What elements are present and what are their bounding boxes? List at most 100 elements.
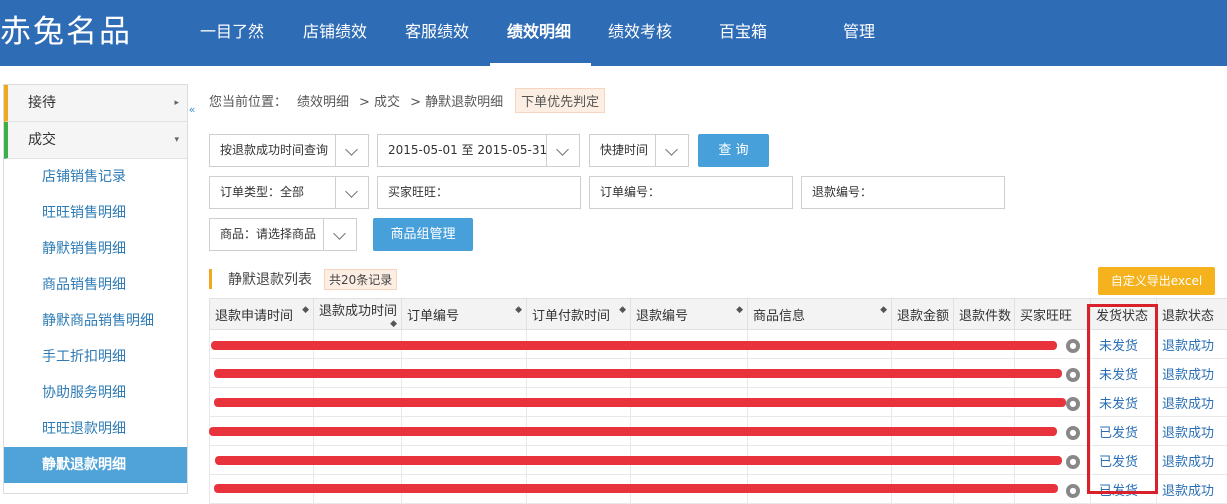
breadcrumb-prefix: 您当前位置： (209, 91, 287, 110)
refund-status: 退款成功 (1157, 417, 1227, 446)
ship-status: 已发货 (1091, 475, 1157, 504)
column-header[interactable]: 退款状态 (1157, 299, 1227, 330)
sidebar-item-silent-sales[interactable]: 静默销售明细 (4, 231, 187, 267)
wangwang-chat-icon[interactable]: ● (1066, 426, 1080, 440)
breadcrumb-level-3: > 静默退款明细 (410, 91, 503, 110)
priority-tag: 下单优先判定 (515, 88, 605, 113)
breadcrumb: 您当前位置： 绩效明细 > 成交 > 静默退款明细 下单优先判定 (209, 89, 615, 111)
quick-time-select[interactable]: 快捷时间 (589, 134, 689, 167)
wangwang-chat-icon[interactable]: ● (1066, 484, 1080, 498)
sidebar-item-product-sales[interactable]: 商品销售明细 (4, 267, 187, 303)
main-nav: 一目了然 店铺绩效 客服绩效 绩效明细 绩效考核 百宝箱 管理 (183, 0, 909, 66)
refund-status: 退款成功 (1157, 330, 1227, 359)
sidebar-group-label: 接待 (28, 95, 56, 111)
column-header[interactable]: 退款金额 (892, 299, 954, 330)
ship-status: 未发货 (1091, 330, 1157, 359)
sort-icon: ◆ (880, 305, 887, 315)
chevron-down-icon (655, 135, 688, 166)
column-header[interactable]: 商品信息◆ (748, 299, 892, 330)
chevron-right-icon: ▸ (174, 85, 179, 122)
order-type-select[interactable]: 订单类型：全部 (209, 176, 369, 209)
wangwang-chat-icon[interactable]: ● (1066, 368, 1080, 382)
column-header[interactable]: 订单编号◆ (402, 299, 527, 330)
sort-icon: ◆ (302, 305, 309, 315)
export-excel-button[interactable]: 自定义导出excel (1098, 267, 1215, 295)
wangwang-chat-icon[interactable]: ● (1066, 339, 1080, 353)
product-select[interactable]: 商品：请选择商品 (209, 218, 357, 251)
order-number-label: 订单编号： (600, 185, 660, 199)
product-group-manage-button[interactable]: 商品组管理 (373, 218, 473, 251)
chevron-down-icon (335, 177, 368, 208)
nav-item-performance-detail[interactable]: 绩效明细 (490, 0, 591, 66)
sidebar-group-label: 成交 (28, 132, 56, 148)
nav-item-service-performance[interactable]: 客服绩效 (388, 0, 490, 66)
sidebar-group-deal[interactable]: 成交 ▾ (4, 122, 187, 159)
chevron-down-icon (323, 219, 356, 250)
sort-icon: ◆ (619, 305, 626, 315)
redaction-mark (214, 398, 1066, 407)
date-range-value: 2015-05-01 至 2015-05-31 (388, 143, 547, 157)
column-header[interactable]: 订单付款时间◆ (527, 299, 631, 330)
app-logo[interactable]: 赤兔名品 (0, 12, 132, 52)
ship-status: 已发货 (1091, 446, 1157, 475)
date-range-picker[interactable]: 2015-05-01 至 2015-05-31 (377, 134, 580, 167)
sidebar-item-silent-refund[interactable]: 静默退款明细 (4, 447, 187, 483)
refund-status: 退款成功 (1157, 388, 1227, 417)
column-header[interactable]: 退款申请时间◆ (210, 299, 314, 330)
column-header[interactable]: 发货状态 (1091, 299, 1157, 330)
query-mode-select[interactable]: 按退款成功时间查询 (209, 134, 369, 167)
refund-number-field[interactable]: 退款编号： (801, 176, 1005, 209)
sort-icon: ◆ (390, 319, 397, 329)
sidebar-item-manual-discount[interactable]: 手工折扣明细 (4, 339, 187, 375)
product-value: 商品：请选择商品 (220, 227, 316, 241)
nav-item-manage[interactable]: 管理 (809, 0, 909, 66)
chevron-down-icon (335, 135, 368, 166)
nav-item-performance-review[interactable]: 绩效考核 (591, 0, 702, 66)
sidebar-item-wangwang-refund[interactable]: 旺旺退款明细 (4, 411, 187, 447)
sidebar-group-reception[interactable]: 接待 ▸ (4, 85, 187, 122)
chevron-down-icon (546, 135, 579, 166)
column-header[interactable]: 退款成功时间◆ (314, 299, 402, 330)
ship-status: 未发货 (1091, 388, 1157, 417)
quick-time-value: 快捷时间 (600, 143, 648, 157)
sidebar-item-wangwang-sales[interactable]: 旺旺销售明细 (4, 195, 187, 231)
ship-status: 已发货 (1091, 417, 1157, 446)
refund-number-label: 退款编号： (812, 185, 872, 199)
ship-status: 未发货 (1091, 359, 1157, 388)
column-header[interactable]: 退款件数 (954, 299, 1015, 330)
sort-icon: ◆ (515, 305, 522, 315)
table-header-row: 退款申请时间◆ 退款成功时间◆ 订单编号◆ 订单付款时间◆ 退款编号◆ 商品信息… (210, 299, 1227, 330)
collapse-sidebar-icon[interactable]: « (187, 101, 197, 119)
redaction-mark (215, 456, 1062, 465)
sidebar: 接待 ▸ 成交 ▾ 店铺销售记录 旺旺销售明细 静默销售明细 商品销售明细 静默… (3, 84, 188, 494)
sidebar-item-silent-product-sales[interactable]: 静默商品销售明细 (4, 303, 187, 339)
redaction-mark (214, 369, 1062, 378)
query-mode-value: 按退款成功时间查询 (220, 143, 328, 157)
refund-status: 退款成功 (1157, 446, 1227, 475)
redaction-mark (209, 427, 1057, 436)
nav-item-toolbox[interactable]: 百宝箱 (702, 0, 809, 66)
list-title: 静默退款列表 (228, 269, 312, 289)
redaction-mark (211, 341, 1057, 350)
order-type-value: 订单类型：全部 (220, 185, 304, 199)
sidebar-item-assist-service[interactable]: 协助服务明细 (4, 375, 187, 411)
sort-icon: ◆ (736, 305, 743, 315)
buyer-wangwang-label: 买家旺旺： (388, 185, 448, 199)
refund-status: 退款成功 (1157, 475, 1227, 504)
nav-item-shop-performance[interactable]: 店铺绩效 (286, 0, 388, 66)
order-number-field[interactable]: 订单编号： (589, 176, 793, 209)
chevron-down-icon: ▾ (174, 122, 179, 159)
column-header[interactable]: 退款编号◆ (631, 299, 748, 330)
breadcrumb-level-2[interactable]: > 成交 (359, 91, 400, 110)
sidebar-item-shop-sales[interactable]: 店铺销售记录 (4, 159, 187, 195)
nav-item-overview[interactable]: 一目了然 (183, 0, 286, 66)
top-nav-bar: 赤兔名品 一目了然 店铺绩效 客服绩效 绩效明细 绩效考核 百宝箱 管理 (0, 0, 1227, 66)
wangwang-chat-icon[interactable]: ● (1066, 455, 1080, 469)
buyer-wangwang-field[interactable]: 买家旺旺： (377, 176, 581, 209)
record-count-badge: 共20条记录 (324, 269, 397, 290)
column-header[interactable]: 买家旺旺 (1015, 299, 1091, 330)
query-button[interactable]: 查 询 (698, 134, 769, 167)
wangwang-chat-icon[interactable]: ● (1066, 397, 1080, 411)
breadcrumb-level-1[interactable]: 绩效明细 (297, 91, 349, 110)
refund-status: 退款成功 (1157, 359, 1227, 388)
